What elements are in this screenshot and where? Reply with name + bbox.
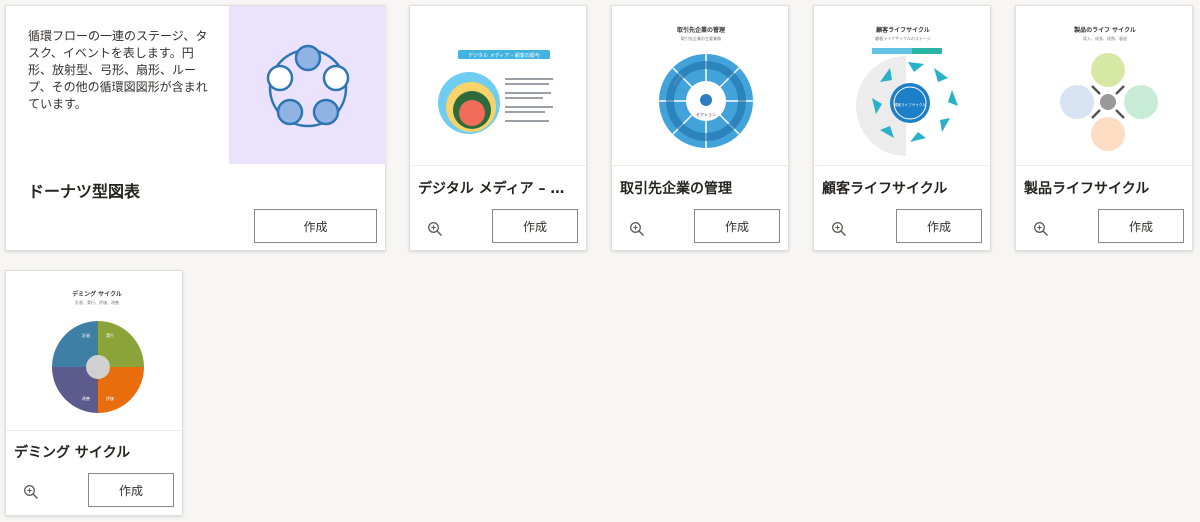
template-title: 顧客ライフサイクル — [822, 181, 948, 197]
create-button[interactable]: 作成 — [1098, 209, 1184, 243]
template-card-digital-media[interactable]: デジタル メディア – 顧客の関与 デジタル メディア – 顧... 作成 — [409, 5, 587, 251]
featured-create-button[interactable]: 作成 — [254, 209, 377, 243]
nested-circles-diagram: デジタル メディア – 顧客の関与 — [438, 50, 553, 134]
thumb-title-text: デミング サイクル — [72, 290, 122, 298]
thumb-center-text: 顧客ライフサイクル — [894, 102, 927, 107]
template-card-product-lifecycle[interactable]: 製品のライフ サイクル 導入、成長、成熟、衰退 製品ライフサイクル 作成 — [1015, 5, 1193, 251]
template-title: デジタル メディア – 顧... — [418, 181, 578, 197]
featured-description-panel: 循環フローの一連のステージ、タスク、イベントを表します。円形、放射型、弓形、扇形… — [6, 6, 229, 164]
radial-wheel-diagram: 取引先企業の管理 取引先企業の主要業務 セクション — [659, 26, 753, 148]
template-thumbnail[interactable]: 顧客ライフサイクル 顧客ライフサイクルのステージ 顧客ライフサイクル — [814, 6, 990, 166]
template-thumbnail[interactable]: デジタル メディア – 顧客の関与 — [410, 6, 586, 166]
thumb-center-text: セクション — [696, 111, 716, 117]
thumb-title-text: 顧客ライフサイクル — [876, 26, 930, 34]
thumb-header-text: デジタル メディア – 顧客の関与 — [468, 52, 540, 59]
template-thumbnail[interactable]: デミング サイクル 計画、実行、評価、改善 計画 実行 評価 改善 — [6, 271, 182, 431]
create-button[interactable]: 作成 — [492, 209, 578, 243]
thumb-title-text: 製品のライフ サイクル — [1073, 26, 1136, 34]
quadrant-label: 計画 — [82, 332, 90, 338]
arrow-cycle-diagram: 顧客ライフサイクル 顧客ライフサイクルのステージ 顧客ライフサイクル — [856, 26, 958, 156]
featured-title: ドーナツ型図表 — [28, 182, 141, 201]
pdca-quadrant-diagram: デミング サイクル 計画、実行、評価、改善 計画 実行 評価 改善 — [52, 290, 144, 413]
create-button[interactable]: 作成 — [694, 209, 780, 243]
template-card-deming-cycle[interactable]: デミング サイクル 計画、実行、評価、改善 計画 実行 評価 改善 デミング サ… — [5, 270, 183, 516]
template-thumbnail[interactable]: 取引先企業の管理 取引先企業の主要業務 セクション — [612, 6, 788, 166]
quadrant-label: 改善 — [82, 395, 90, 401]
template-title: 製品ライフサイクル — [1024, 181, 1150, 197]
zoom-in-icon[interactable] — [629, 221, 645, 237]
zoom-in-icon[interactable] — [1033, 221, 1049, 237]
zoom-in-icon[interactable] — [831, 221, 847, 237]
featured-description: 循環フローの一連のステージ、タスク、イベントを表します。円形、放射型、弓形、扇形… — [28, 29, 208, 111]
thumb-subtitle-text: 取引先企業の主要業務 — [681, 35, 721, 41]
circular-cycle-diagram — [266, 44, 350, 128]
create-button[interactable]: 作成 — [88, 473, 174, 507]
four-circle-cycle-diagram: 製品のライフ サイクル 導入、成長、成熟、衰退 — [1060, 26, 1158, 151]
zoom-in-icon[interactable] — [427, 221, 443, 237]
featured-template-card[interactable]: 循環フローの一連のステージ、タスク、イベントを表します。円形、放射型、弓形、扇形… — [5, 5, 386, 251]
thumb-subtitle-text: 導入、成長、成熟、衰退 — [1083, 35, 1127, 41]
quadrant-label: 実行 — [106, 332, 114, 338]
template-title: デミング サイクル — [14, 445, 131, 461]
featured-thumbnail[interactable] — [229, 6, 386, 164]
template-card-account-management[interactable]: 取引先企業の管理 取引先企業の主要業務 セクション 取引先企業の管理 作成 — [611, 5, 789, 251]
zoom-in-icon[interactable] — [23, 484, 39, 500]
template-title: 取引先企業の管理 — [620, 181, 732, 197]
template-thumbnail[interactable]: 製品のライフ サイクル 導入、成長、成熟、衰退 — [1016, 6, 1192, 166]
thumb-title-text: 取引先企業の管理 — [677, 26, 725, 34]
create-button[interactable]: 作成 — [896, 209, 982, 243]
quadrant-label: 評価 — [106, 395, 114, 401]
thumb-subtitle-text: 顧客ライフサイクルのステージ — [875, 35, 931, 41]
template-card-customer-lifecycle[interactable]: 顧客ライフサイクル 顧客ライフサイクルのステージ 顧客ライフサイクル 顧客ライフ… — [813, 5, 991, 251]
thumb-subtitle-text: 計画、実行、評価、改善 — [75, 299, 119, 305]
